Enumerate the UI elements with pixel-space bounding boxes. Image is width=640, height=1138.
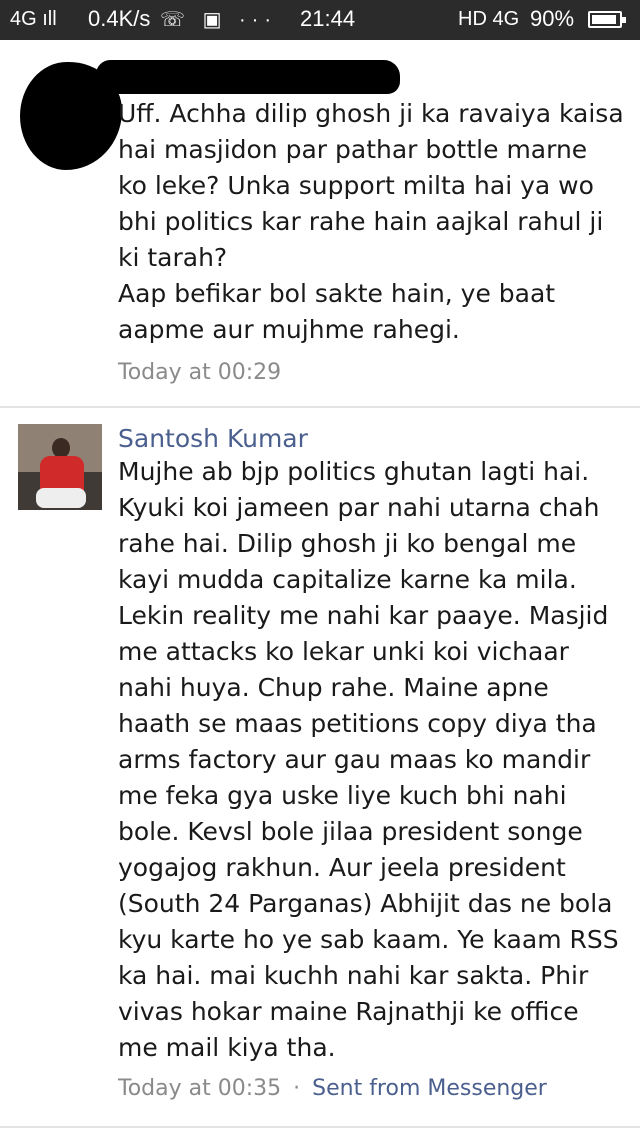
divider: [0, 1126, 640, 1128]
battery-icon: [588, 11, 626, 28]
avatar[interactable]: [18, 424, 102, 510]
comment-text: Mujhe ab bjp politics ghutan lagti hai. …: [118, 457, 619, 1062]
comment: Santosh Kumar Mujhe ab bjp politics ghut…: [0, 408, 640, 1130]
redacted-author-name: [96, 60, 400, 94]
comment-meta: Today at 00:35 · Sent from Messenger: [118, 1076, 547, 1101]
hd-4g-icon: HD 4G: [458, 8, 520, 30]
comment-meta: Today at 00:29: [118, 360, 281, 385]
network-signal-icon: 4G ıll: [10, 8, 57, 30]
comment: Uff. Achha dilip ghosh ji ka ravaiya kai…: [0, 40, 640, 408]
comment-text: Uff. Achha dilip ghosh ji ka ravaiya kai…: [118, 99, 624, 344]
status-bar: 4G ıll 0.4K/s ☏ ▣ ··· 21:44 HD 4G 90%: [0, 0, 640, 40]
notification-icons: ☏ ▣ ···: [160, 9, 277, 31]
comment-author[interactable]: Santosh Kumar: [118, 424, 308, 453]
clock: 21:44: [300, 6, 356, 31]
network-speed: 0.4K/s: [88, 6, 151, 31]
meta-separator: ·: [293, 1076, 301, 1101]
sent-from-messenger-link[interactable]: Sent from Messenger: [312, 1076, 547, 1101]
battery-percent: 90%: [530, 6, 575, 31]
comment-timestamp: Today at 00:35: [118, 1076, 282, 1101]
comment-timestamp: Today at 00:29: [118, 360, 282, 385]
